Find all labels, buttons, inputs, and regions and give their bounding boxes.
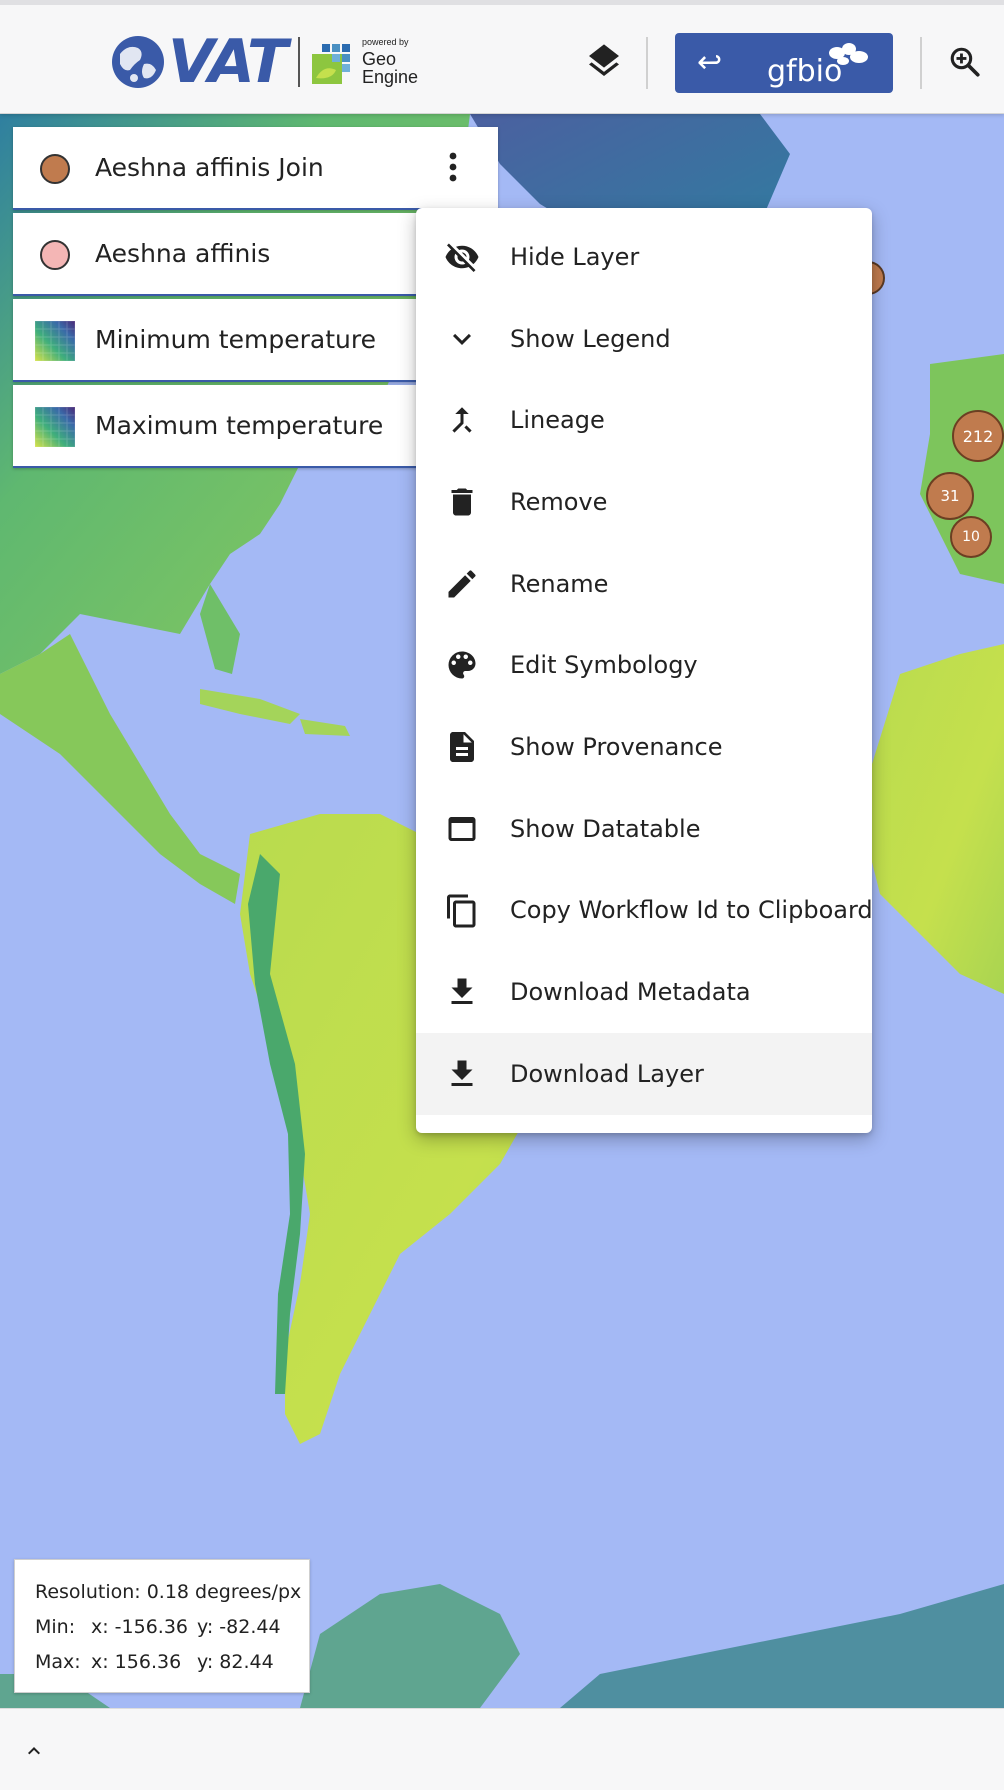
menu-item-label: Remove (510, 487, 608, 516)
brand-logo[interactable]: VAT powered by Geo Engine (110, 29, 418, 95)
chevron-up-icon[interactable] (22, 1739, 46, 1763)
toolbar-divider (646, 37, 648, 89)
layer-context-menu: Hide Layer Show Legend Lineage Remove Re… (416, 208, 873, 1133)
layer-name: Aeshna affinis (95, 239, 271, 268)
geo-engine-logo-icon (311, 44, 350, 84)
menu-item-show-legend[interactable]: Show Legend (416, 298, 872, 380)
menu-item-label: Download Metadata (510, 978, 751, 1007)
menu-item-label: Show Legend (510, 324, 671, 353)
top-toolbar: VAT powered by Geo Engine ↩ gfbio (0, 0, 1004, 114)
download-icon (451, 978, 473, 1005)
bottom-panel-bar (0, 1708, 1004, 1790)
menu-item-label: Show Provenance (510, 732, 723, 761)
layer-name: Maximum temperature (95, 411, 384, 440)
brand-name: VAT (168, 27, 288, 97)
layer-name: Aeshna affinis Join (95, 153, 324, 182)
menu-item-label: Rename (510, 569, 609, 598)
cluster-count: 10 (962, 529, 980, 545)
menu-item-show-provenance[interactable]: Show Provenance (416, 706, 872, 788)
gfbio-back-button[interactable]: ↩ gfbio (675, 33, 893, 93)
layer-name: Minimum temperature (95, 325, 376, 354)
point-symbol-icon (40, 154, 70, 184)
max-y-value: y: 82.44 (197, 1651, 274, 1673)
powered-by-text: powered by (361, 37, 409, 47)
min-y-value: y: -82.44 (197, 1616, 281, 1638)
menu-item-edit-symbology[interactable]: Edit Symbology (416, 624, 872, 706)
max-label: Max: (35, 1651, 81, 1673)
chevron-down-icon (453, 333, 471, 345)
trash-icon (451, 488, 473, 516)
back-arrow-icon: ↩ (697, 45, 723, 80)
menu-item-download-metadata[interactable]: Download Metadata (416, 951, 872, 1033)
resolution-text: Resolution: 0.18 degrees/px (35, 1581, 302, 1603)
max-x-value: x: 156.36 (91, 1651, 182, 1673)
point-symbol-icon (40, 240, 70, 270)
geo-text: Geo (361, 49, 397, 69)
download-icon (451, 1060, 473, 1086)
gfbio-text: gfbio (767, 54, 842, 89)
menu-item-show-datatable[interactable]: Show Datatable (416, 788, 872, 870)
merge-icon (452, 407, 472, 433)
min-label: Min: (35, 1616, 76, 1638)
engine-text: Engine (361, 67, 419, 87)
layers-icon[interactable] (584, 41, 624, 81)
visibility-off-icon (445, 243, 479, 272)
menu-item-label: Edit Symbology (510, 651, 698, 680)
menu-item-hide-layer[interactable]: Hide Layer (416, 216, 872, 298)
menu-item-remove[interactable]: Remove (416, 461, 872, 543)
geo-engine-label: powered by Geo Engine (361, 37, 419, 87)
cluster-marker[interactable]: 212 (952, 410, 1004, 462)
cluster-count: 31 (940, 487, 960, 505)
zoom-in-icon[interactable] (948, 45, 982, 79)
menu-item-lineage[interactable]: Lineage (416, 379, 872, 461)
document-icon (450, 732, 474, 763)
map-info-box: Resolution: 0.18 degrees/px Min: x: -156… (14, 1559, 310, 1693)
min-x-value: x: -156.36 (91, 1616, 189, 1638)
layer-item[interactable]: Aeshna affinis Join (13, 127, 498, 210)
cluster-marker[interactable]: 31 (926, 472, 974, 520)
copy-icon (447, 894, 476, 927)
menu-item-copy-workflow-id[interactable]: Copy Workflow Id to Clipboard (416, 870, 873, 952)
cluster-count: 212 (962, 426, 994, 446)
menu-item-label: Lineage (510, 406, 605, 435)
globe-icon (112, 36, 164, 88)
toolbar-divider (920, 37, 922, 89)
gfbio-logo: gfbio (767, 43, 868, 89)
menu-item-label: Copy Workflow Id to Clipboard (510, 896, 873, 925)
menu-item-label: Hide Layer (510, 242, 640, 271)
window-icon (448, 816, 476, 841)
menu-item-label: Show Datatable (510, 814, 701, 843)
raster-symbol-icon (35, 407, 75, 447)
raster-symbol-icon (35, 321, 75, 361)
menu-item-rename[interactable]: Rename (416, 543, 872, 625)
palette-icon (448, 651, 476, 679)
menu-item-download-layer[interactable]: Download Layer (416, 1032, 872, 1115)
menu-item-label: Download Layer (510, 1059, 704, 1088)
more-vert-icon[interactable] (441, 149, 465, 185)
brand-divider (297, 37, 300, 87)
pencil-icon (448, 570, 476, 598)
cluster-marker[interactable]: 10 (950, 516, 992, 558)
